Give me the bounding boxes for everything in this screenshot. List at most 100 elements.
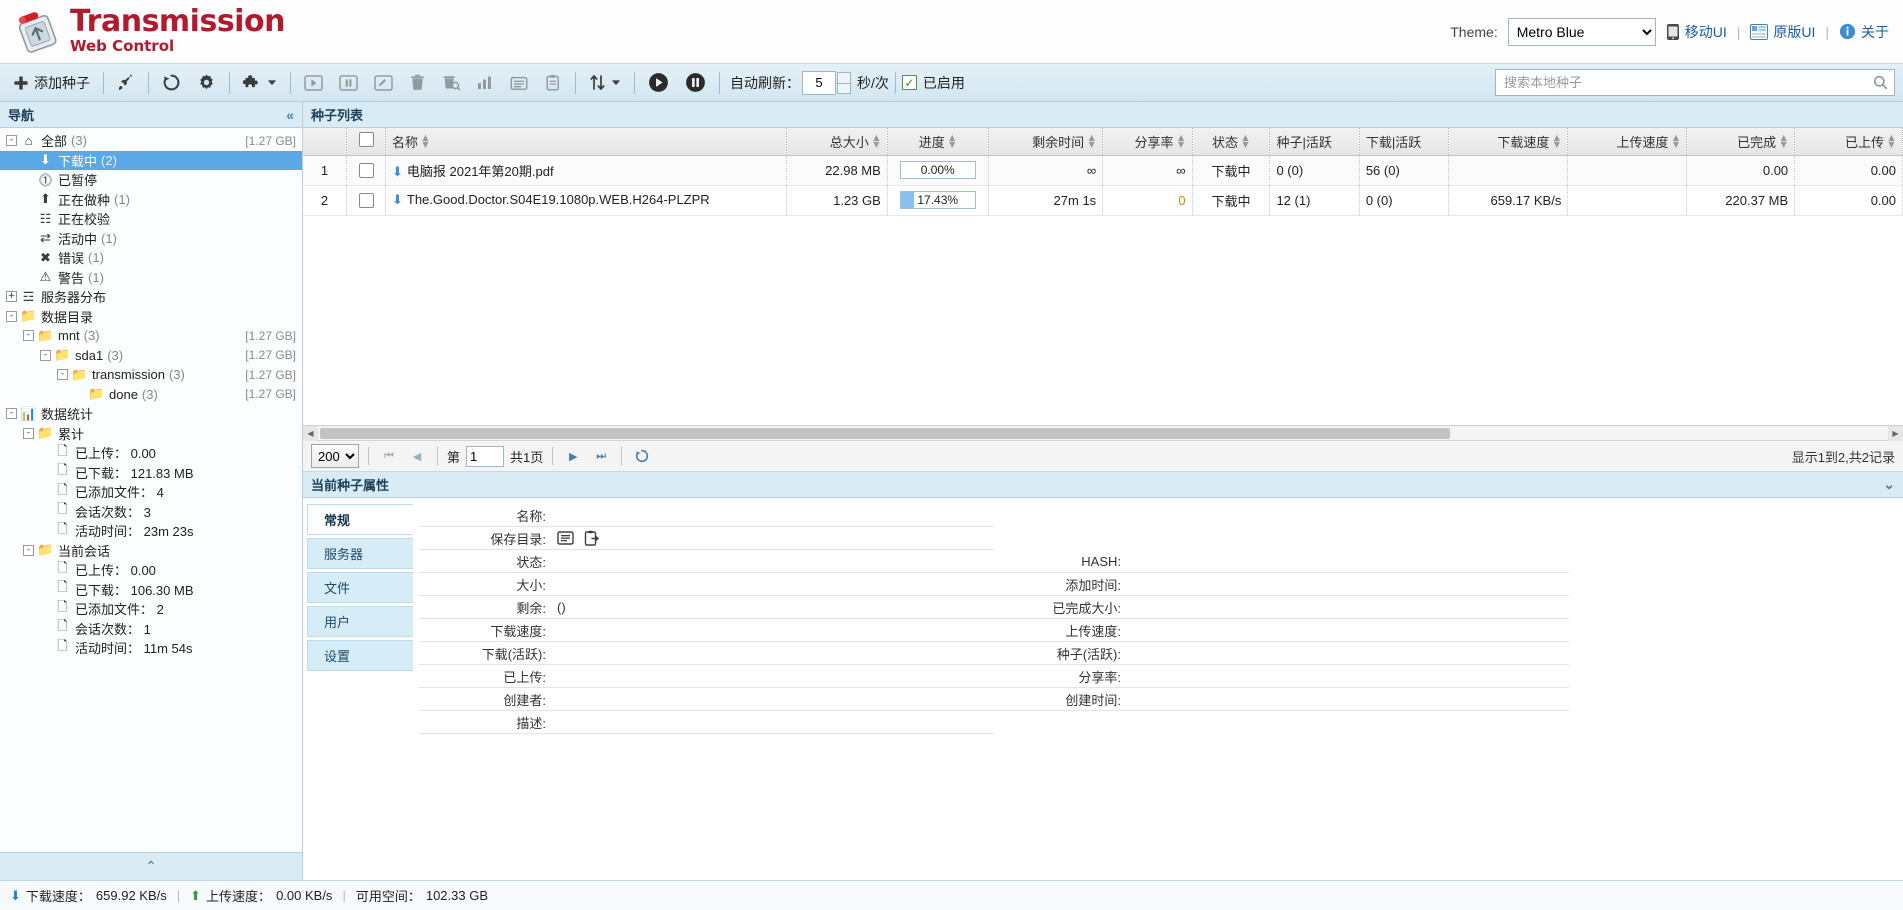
sidebar-item-15[interactable]: - 📁 累计	[0, 424, 302, 444]
prev-page-button[interactable]: ◀	[406, 445, 428, 467]
remote-download-button[interactable]	[110, 68, 142, 98]
sort-arrows-icon[interactable]: ▲ ▼	[1671, 134, 1680, 149]
start-all-button[interactable]	[641, 68, 676, 98]
sidebar-item-1[interactable]: ⬇ 下载中 (2)	[0, 150, 302, 170]
tree-collapse-icon[interactable]: -	[6, 135, 17, 147]
pause-selected-button[interactable]	[332, 68, 365, 98]
sidebar-item-18[interactable]: 🗋 已添加文件： 4	[0, 482, 302, 502]
sidebar-item-25[interactable]: 🗋 会话次数： 1	[0, 618, 302, 639]
sort-arrows-icon[interactable]: ▲ ▼	[1887, 134, 1896, 149]
detail-collapse-icon[interactable]: ⌄	[1883, 476, 1895, 493]
column-header-upspeed[interactable]: 上传速度 ▲ ▼	[1567, 128, 1688, 156]
detail-tab-3[interactable]: 用户	[307, 606, 413, 637]
about-link[interactable]: 关于	[1839, 22, 1889, 42]
sort-arrows-icon[interactable]: ▲ ▼	[1241, 134, 1250, 149]
table-row[interactable]: 2 ⬇ The.Good.Doctor.S04E19.1080p.WEB.H264-…	[303, 185, 1903, 216]
sidebar-item-0[interactable]: - ⌂ 全部 (3) [1.27 GB]	[0, 131, 302, 151]
sidebar-item-26[interactable]: 🗋 活动时间： 11m 54s	[0, 638, 302, 658]
column-header-eta[interactable]: 剩余时间 ▲ ▼	[988, 128, 1104, 156]
mobile-ui-link[interactable]: 移动UI	[1666, 22, 1727, 42]
sidebar-item-14[interactable]: - 📊 数据统计	[0, 404, 302, 424]
column-header-dlspeed[interactable]: 下载速度 ▲ ▼	[1448, 128, 1569, 156]
detail-tabs[interactable]: 常规 服务器 文件 用户 设置	[303, 498, 413, 880]
rename-button[interactable]	[367, 68, 400, 98]
next-page-button[interactable]: ▶	[562, 445, 584, 467]
page-number-input[interactable]	[466, 445, 505, 467]
sidebar-item-23[interactable]: 🗋 已下载： 106.30 MB	[0, 579, 302, 600]
sort-arrows-icon[interactable]: ▲ ▼	[872, 134, 881, 149]
tree-collapse-icon[interactable]: -	[23, 427, 34, 439]
select-all-checkbox[interactable]	[358, 132, 374, 148]
hscroll-track[interactable]	[318, 426, 1888, 440]
settings-button[interactable]	[190, 68, 223, 98]
row-checkbox[interactable]	[358, 163, 374, 179]
detail-tab-1[interactable]: 服务器	[307, 538, 413, 569]
tree-collapse-icon[interactable]: -	[23, 330, 34, 342]
sidebar-item-6[interactable]: ✖ 错误 (1)	[0, 248, 302, 268]
sidebar-item-20[interactable]: 🗋 活动时间： 23m 23s	[0, 521, 302, 541]
stepper-down-icon[interactable]	[837, 82, 851, 94]
copy-path-button[interactable]	[537, 68, 569, 98]
sidebar-item-10[interactable]: - 📁 mnt (3) [1.27 GB]	[0, 326, 302, 346]
scroll-left-icon[interactable]: ◀	[303, 425, 318, 441]
sort-arrows-icon[interactable]: ▲ ▼	[1779, 134, 1788, 149]
sidebar-item-11[interactable]: - 📁 sda1 (3) [1.27 GB]	[0, 346, 302, 366]
column-header-progress[interactable]: 进度 ▲ ▼	[887, 128, 989, 156]
sidebar-collapse-footer[interactable]: ⌃	[0, 852, 302, 880]
tree-expand-icon[interactable]: +	[6, 291, 17, 303]
column-header-name[interactable]: 名称 ▲ ▼	[385, 128, 788, 156]
search-box[interactable]	[1495, 69, 1895, 96]
torrent-grid-hscrollbar[interactable]: ◀ ▶	[303, 425, 1903, 441]
queue-move-button[interactable]	[582, 68, 628, 98]
sidebar-item-16[interactable]: 🗋 已上传： 0.00	[0, 443, 302, 463]
search-input[interactable]	[1502, 74, 1873, 91]
last-page-button[interactable]: ⏭	[590, 445, 612, 467]
sidebar-item-24[interactable]: 🗋 已添加文件： 2	[0, 599, 302, 619]
edit-folder-icon[interactable]	[583, 530, 600, 547]
auto-refresh-input[interactable]	[802, 70, 836, 95]
row-checkbox[interactable]	[358, 193, 374, 209]
refresh-button[interactable]	[155, 68, 188, 98]
sidebar-item-19[interactable]: 🗋 会话次数： 3	[0, 501, 302, 522]
sort-arrows-icon[interactable]: ▲ ▼	[421, 134, 430, 149]
pause-all-button[interactable]	[678, 68, 713, 98]
sidebar-item-5[interactable]: ⇄ 活动中 (1)	[0, 229, 302, 249]
plugins-button[interactable]	[236, 68, 284, 98]
sidebar-item-17[interactable]: 🗋 已下载： 121.83 MB	[0, 462, 302, 483]
detail-tab-2[interactable]: 文件	[307, 572, 413, 603]
sort-arrows-icon[interactable]: ▲ ▼	[1087, 134, 1096, 149]
search-icon[interactable]	[1873, 75, 1888, 90]
sidebar-item-9[interactable]: - 📁 数据目录	[0, 307, 302, 327]
first-page-button[interactable]: ⏮	[378, 445, 400, 467]
column-header-ratio[interactable]: 分享率 ▲ ▼	[1102, 128, 1193, 156]
sidebar-item-3[interactable]: ⬆ 正在做种 (1)	[0, 190, 302, 210]
stepper-up-icon[interactable]	[837, 71, 851, 83]
page-size-select[interactable]: 200	[311, 444, 359, 468]
detail-tab-4[interactable]: 设置	[307, 640, 413, 671]
change-folder-button[interactable]	[503, 68, 535, 98]
scroll-right-icon[interactable]: ▶	[1888, 425, 1903, 441]
tree-collapse-icon[interactable]: -	[40, 349, 51, 361]
classic-ui-link[interactable]: 原版UI	[1750, 22, 1815, 42]
statistics-button[interactable]	[469, 68, 501, 98]
column-header-done[interactable]: 已完成 ▲ ▼	[1686, 128, 1796, 156]
sidebar-item-7[interactable]: ⚠ 警告 (1)	[0, 268, 302, 288]
navigation-tree[interactable]: - ⌂ 全部 (3) [1.27 GB] ⬇ 下载中 (2) ⓵ 已暂停 ⬆ 正在做种 (1) ☷ 正在校验…	[0, 128, 302, 852]
delete-with-data-button[interactable]	[435, 68, 467, 98]
column-header-uploaded[interactable]: 已上传 ▲ ▼	[1794, 128, 1903, 156]
sort-arrows-icon[interactable]: ▲ ▼	[948, 134, 957, 149]
tree-collapse-icon[interactable]: -	[57, 369, 68, 381]
sort-arrows-icon[interactable]: ▲ ▼	[1552, 134, 1561, 149]
theme-select[interactable]: Metro Blue	[1507, 17, 1656, 46]
column-header-size[interactable]: 总大小 ▲ ▼	[786, 128, 888, 156]
tree-collapse-icon[interactable]: -	[23, 544, 34, 556]
table-row[interactable]: 1 ⬇ 电脑报 2021年第20期.pdf 22.98 MB 0.00% ∞ ∞ 下载中 0 (…	[303, 155, 1903, 186]
sidebar-collapse-icon[interactable]: «	[286, 107, 294, 123]
sidebar-item-12[interactable]: - 📁 transmission (3) [1.27 GB]	[0, 365, 302, 385]
sidebar-item-21[interactable]: - 📁 当前会话	[0, 541, 302, 561]
column-header-status[interactable]: 状态 ▲ ▼	[1192, 128, 1271, 156]
hscroll-thumb[interactable]	[320, 427, 1451, 439]
sidebar-item-2[interactable]: ⓵ 已暂停	[0, 170, 302, 190]
tree-collapse-icon[interactable]: -	[6, 408, 17, 420]
delete-button[interactable]	[402, 68, 433, 98]
